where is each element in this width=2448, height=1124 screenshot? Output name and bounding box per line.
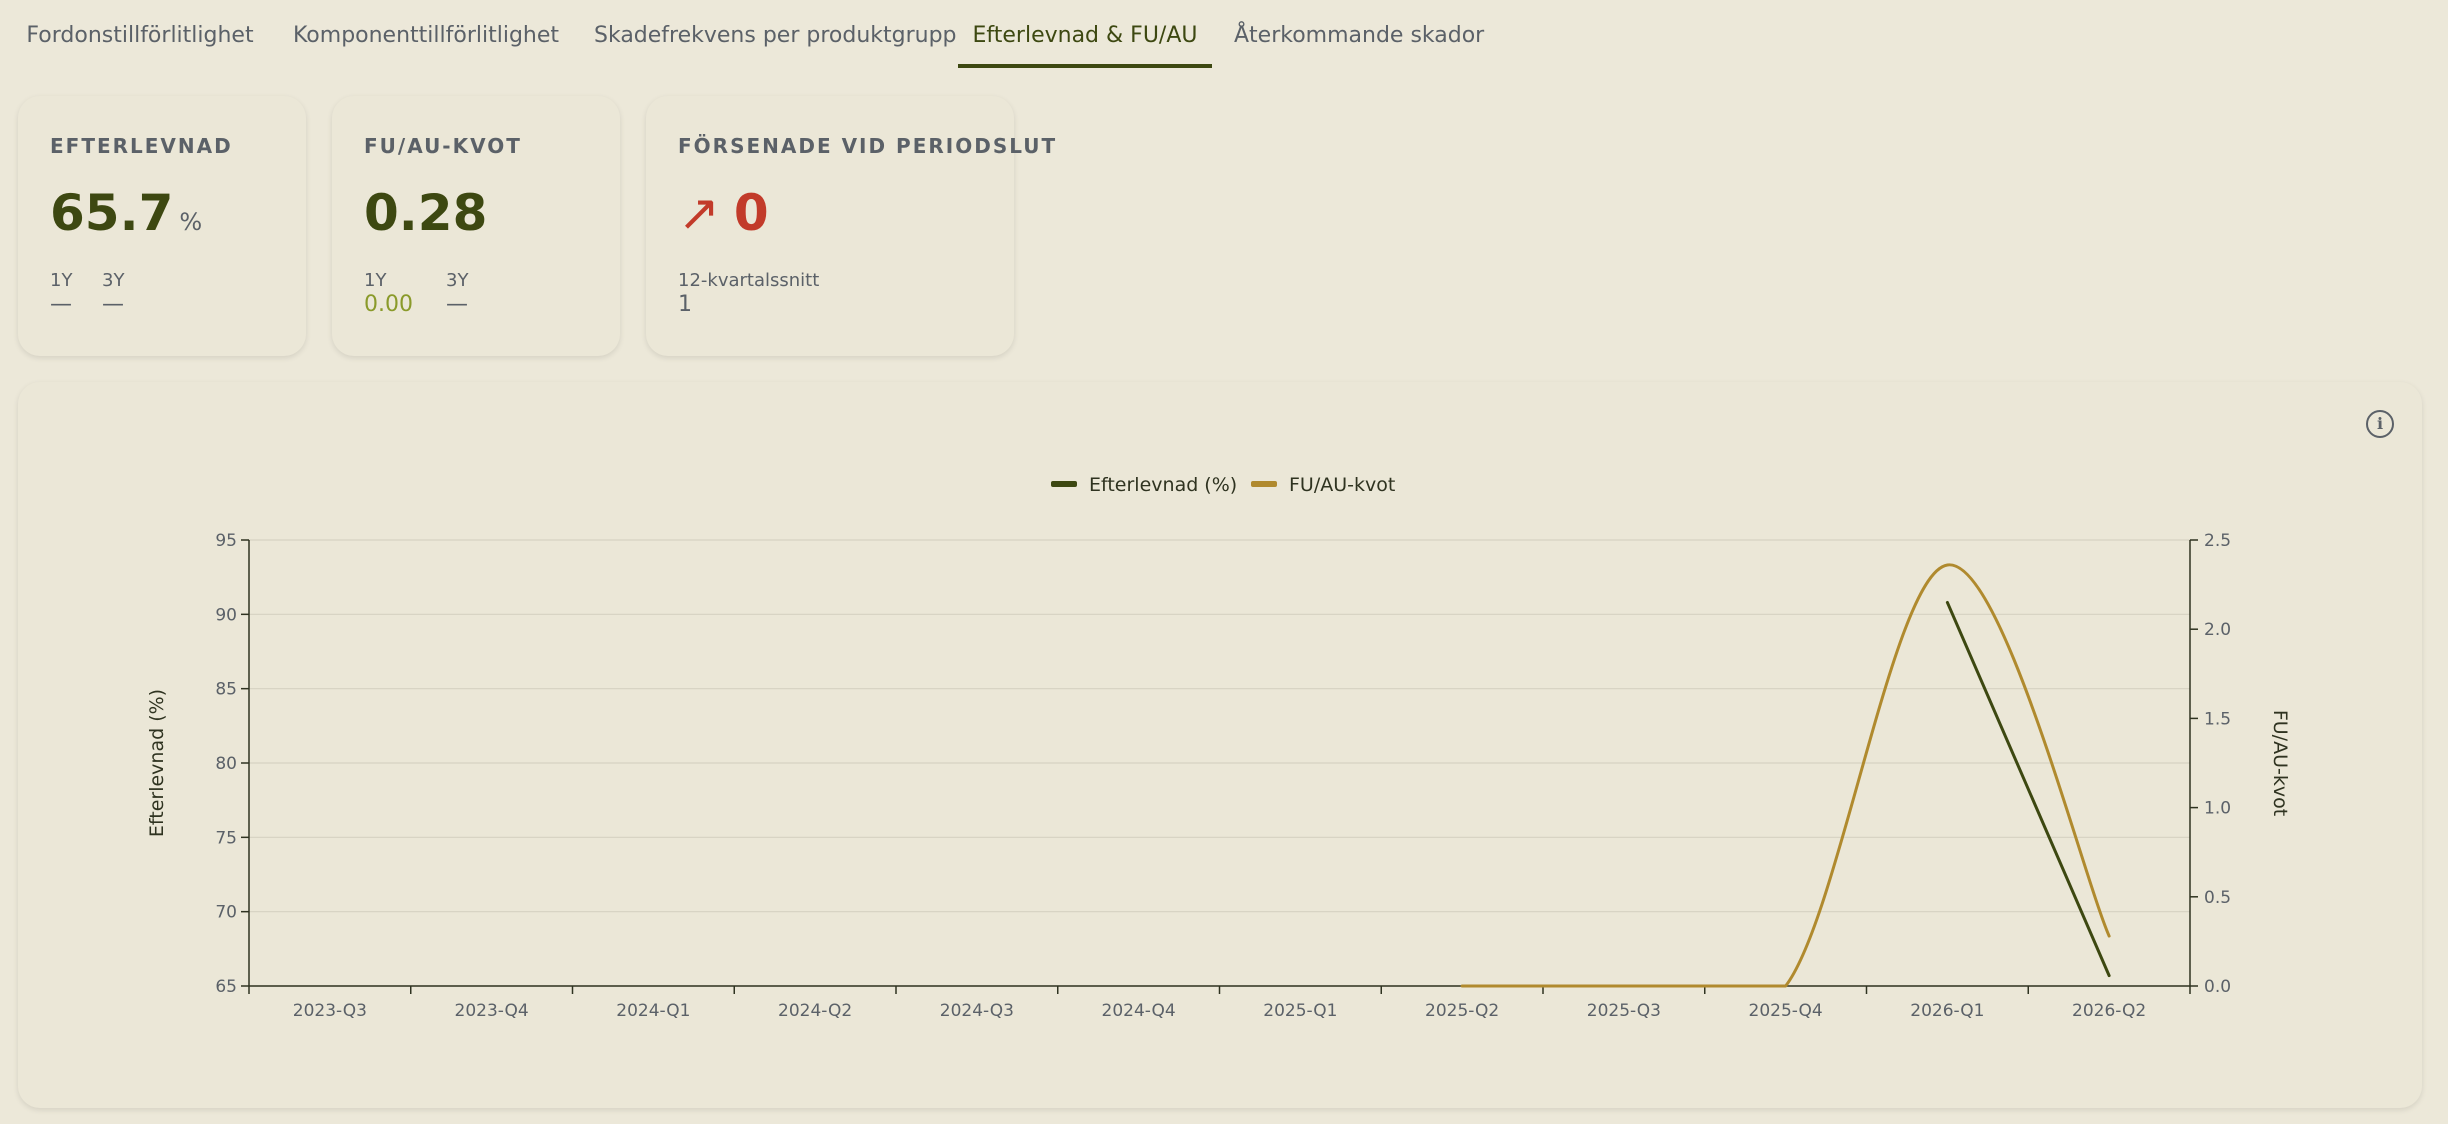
x-tick-label: 2025-Q1: [1263, 1001, 1337, 1021]
left-tick-label: 80: [215, 754, 237, 774]
series-line-fuau: [1460, 563, 2111, 988]
right-tick-label: 1.5: [2204, 709, 2231, 729]
x-tick-label: 2024-Q4: [1102, 1001, 1176, 1021]
left-tick-label: 90: [215, 605, 237, 625]
x-tick-label: 2024-Q3: [940, 1001, 1014, 1021]
x-tick-label: 2024-Q2: [778, 1001, 852, 1021]
series-line-efterlevnad: [1945, 600, 2111, 978]
x-tick-label: 2025-Q4: [1749, 1001, 1823, 1021]
x-tick-label: 2024-Q1: [616, 1001, 690, 1021]
legend-swatch-efterlevnad: [1051, 481, 1077, 487]
right-tick-label: 0.0: [2204, 977, 2231, 997]
x-tick-label: 2026-Q2: [2072, 1001, 2146, 1021]
dual-axis-line-chart: 65 70 75 80 85 90 95 0.0 0.5 1.0 1.5 2.0 2.5 2023-Q3 2…: [146, 474, 2291, 1021]
left-tick-label: 75: [215, 828, 237, 848]
right-axis-title: FU/AU-kvot: [2269, 710, 2291, 816]
left-axis-title: Efterlevnad (%): [146, 689, 168, 837]
left-tick-label: 95: [215, 531, 237, 551]
x-tick-label: 2026-Q1: [1910, 1001, 1984, 1021]
left-tick-label: 85: [215, 680, 237, 700]
legend-label-fuau: FU/AU-kvot: [1289, 474, 1395, 496]
legend-swatch-fuau: [1251, 481, 1277, 487]
x-tick-label: 2025-Q3: [1587, 1001, 1661, 1021]
right-tick-label: 2.5: [2204, 531, 2231, 551]
left-tick-label: 65: [215, 977, 237, 997]
right-tick-label: 2.0: [2204, 620, 2231, 640]
legend-label-efterlevnad: Efterlevnad (%): [1089, 474, 1237, 496]
x-tick-label: 2025-Q2: [1425, 1001, 1499, 1021]
x-tick-label: 2023-Q3: [293, 1001, 367, 1021]
x-tick-label: 2023-Q4: [455, 1001, 529, 1021]
right-tick-label: 0.5: [2204, 888, 2231, 908]
left-tick-label: 70: [215, 903, 237, 923]
right-tick-label: 1.0: [2204, 799, 2231, 819]
